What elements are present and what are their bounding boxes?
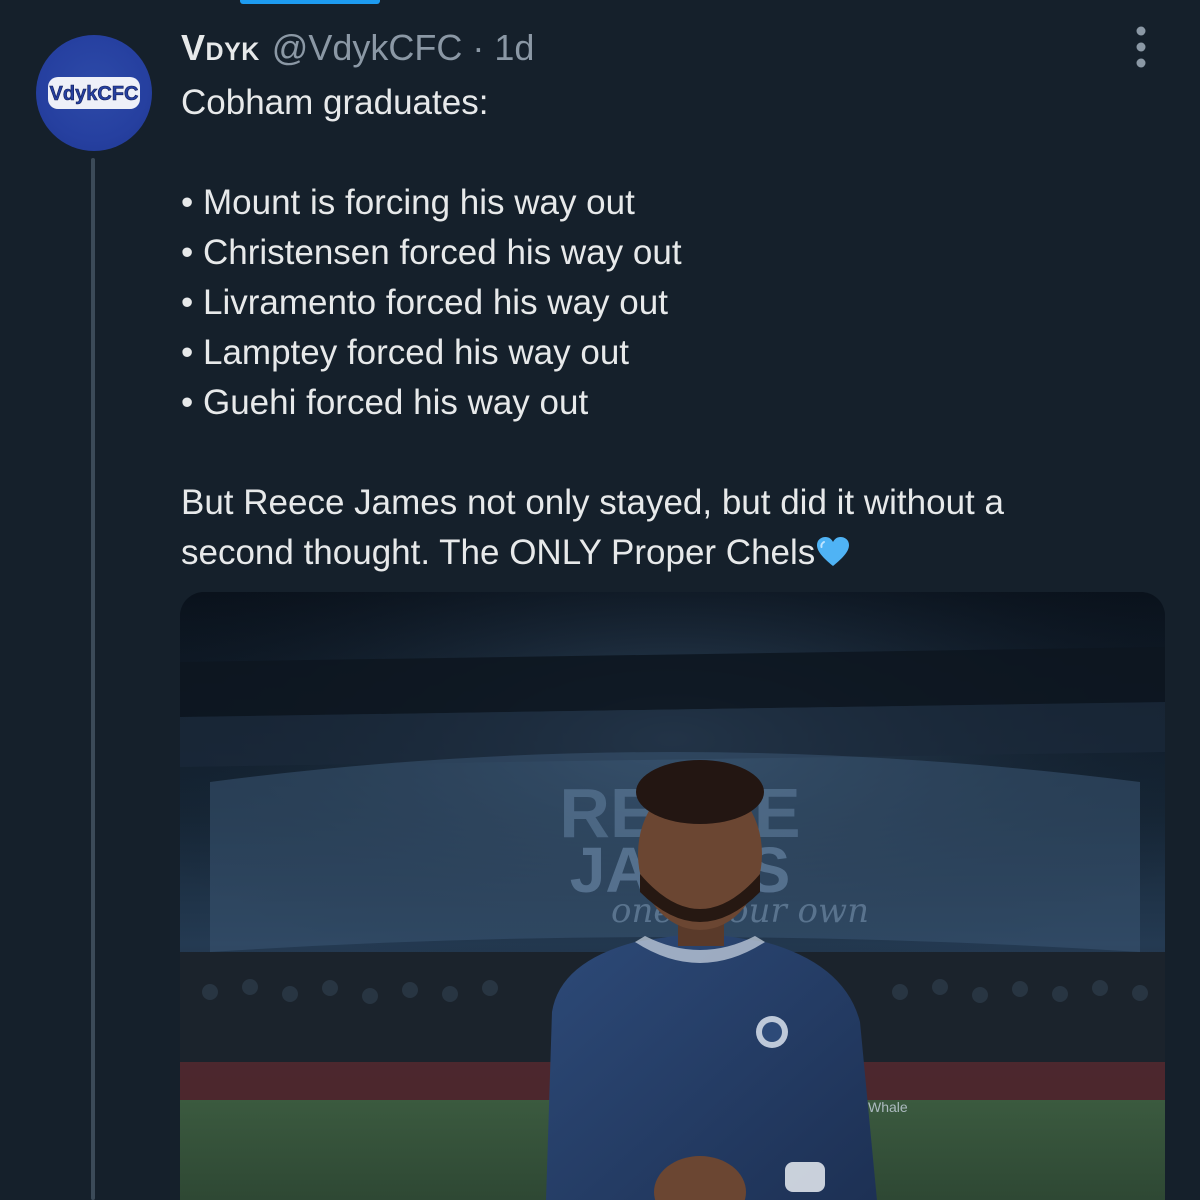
- tweet-header: Vdyk @VdykCFC · 1d: [181, 26, 534, 70]
- bullet-item: • Christensen forced his way out: [181, 233, 682, 272]
- tweet-intro: Cobham graduates:: [181, 83, 489, 122]
- header-separator: ·: [472, 27, 485, 68]
- sleeve-sponsor-text: Whale: [868, 1099, 908, 1115]
- closing-line-2-text: second thought. The ONLY Proper Chels: [181, 533, 816, 572]
- tweet-media-photo[interactable]: REECE JAMES one of our own: [180, 592, 1165, 1200]
- timestamp[interactable]: 1d: [494, 26, 534, 70]
- media-photo-illustration: REECE JAMES one of our own: [180, 592, 1165, 1200]
- bullet-item: • Livramento forced his way out: [181, 283, 668, 322]
- avatar-logo: VdykCFC: [48, 77, 140, 109]
- closing-line-1: But Reece James not only stayed, but did…: [181, 483, 1004, 522]
- tweet-text: Cobham graduates: • Mount is forcing his…: [181, 78, 1121, 578]
- more-vertical-icon: [1136, 26, 1146, 68]
- user-handle[interactable]: @VdykCFC: [272, 26, 463, 70]
- avatar-logo-text: VdykCFC: [50, 83, 139, 105]
- avatar[interactable]: VdykCFC: [36, 35, 152, 151]
- bullet-item: • Lamptey forced his way out: [181, 333, 630, 372]
- tweet-screen: VdykCFC Vdyk @VdykCFC · 1d Cobham gradua…: [0, 0, 1200, 1200]
- bullet-item: • Mount is forcing his way out: [181, 183, 635, 222]
- more-options-button[interactable]: [1118, 24, 1164, 70]
- bullet-item: • Guehi forced his way out: [181, 383, 589, 422]
- thread-connector-line: [91, 158, 95, 1200]
- top-tab-indicator: [240, 0, 380, 4]
- blue-heart-icon: [817, 537, 850, 566]
- closing-line-2: second thought. The ONLY Proper Chels: [181, 528, 1121, 578]
- display-name[interactable]: Vdyk: [181, 26, 260, 70]
